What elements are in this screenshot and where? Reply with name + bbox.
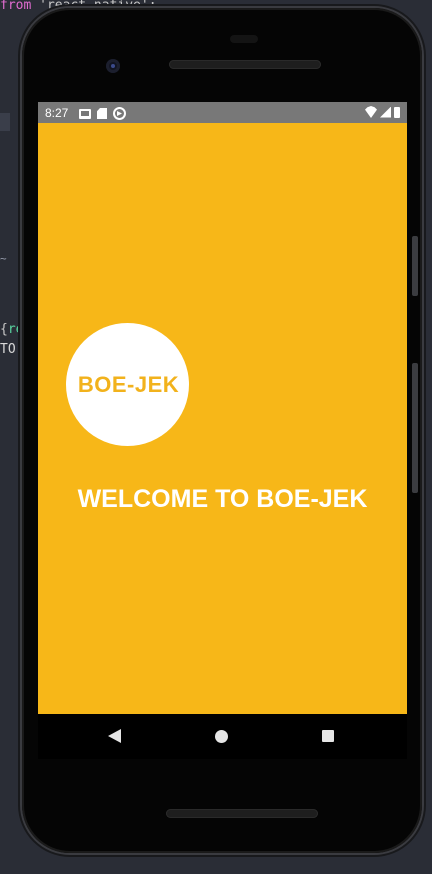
logo-text: BOE-JEK xyxy=(77,371,180,397)
welcome-screen: BOE-JEK WELCOME TO BOE-JEK xyxy=(38,123,407,714)
navigation-bar xyxy=(38,714,407,759)
notification-icons xyxy=(79,107,126,120)
sd-card-icon xyxy=(97,108,107,119)
system-icons xyxy=(365,106,400,118)
bottom-speaker-grille xyxy=(166,809,318,818)
power-button[interactable] xyxy=(412,236,418,296)
app-logo: BOE-JEK xyxy=(66,323,189,446)
wifi-icon xyxy=(365,106,377,118)
status-time: 8:27 xyxy=(45,106,69,120)
code-gutter-marker xyxy=(0,113,10,131)
volume-button[interactable] xyxy=(412,363,418,493)
status-bar: 8:27 xyxy=(38,102,407,123)
sync-icon xyxy=(113,107,126,120)
recents-icon[interactable] xyxy=(322,730,334,742)
code-brace-text: { xyxy=(0,322,8,337)
code-line-brace: {re xyxy=(0,322,23,337)
battery-icon xyxy=(394,106,400,118)
gmail-icon xyxy=(79,108,91,119)
top-speaker-grille xyxy=(169,60,321,69)
back-icon[interactable] xyxy=(108,729,121,743)
welcome-title: WELCOME TO BOE-JEK xyxy=(77,485,368,513)
code-line-to: TO xyxy=(0,342,16,357)
signal-icon xyxy=(380,106,391,118)
code-keyword: from xyxy=(0,0,32,13)
home-icon[interactable] xyxy=(215,730,228,743)
front-camera-icon xyxy=(106,59,120,73)
earpiece-slot xyxy=(230,35,258,43)
code-line-tilde: ~ xyxy=(0,252,7,265)
